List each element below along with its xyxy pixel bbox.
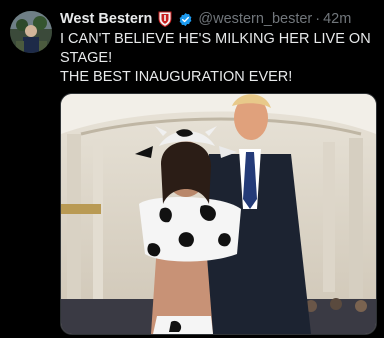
- verified-icon: [180, 12, 192, 26]
- tweet[interactable]: West Bestern @western_bester · 42m I CAN…: [0, 0, 384, 338]
- separator-dot: ·: [315, 11, 321, 27]
- shield-icon: [158, 11, 172, 27]
- timestamp[interactable]: 42m: [323, 11, 351, 27]
- tweet-text-line: THE BEST INAUGURATION EVER!: [60, 69, 293, 85]
- photo-image: [61, 94, 376, 334]
- tweet-text: I CAN'T BELIEVE HE'S MILKING HER LIVE ON…: [60, 30, 378, 87]
- tweet-header: West Bestern @western_bester · 42m: [60, 9, 351, 29]
- tweet-text-line: I CAN'T BELIEVE HE'S MILKING HER LIVE ON…: [60, 31, 371, 66]
- avatar[interactable]: [10, 11, 52, 53]
- tweet-media[interactable]: [60, 93, 377, 335]
- author-handle[interactable]: @western_bester: [198, 11, 312, 27]
- display-name[interactable]: West Bestern: [60, 11, 152, 27]
- avatar-image: [10, 11, 52, 53]
